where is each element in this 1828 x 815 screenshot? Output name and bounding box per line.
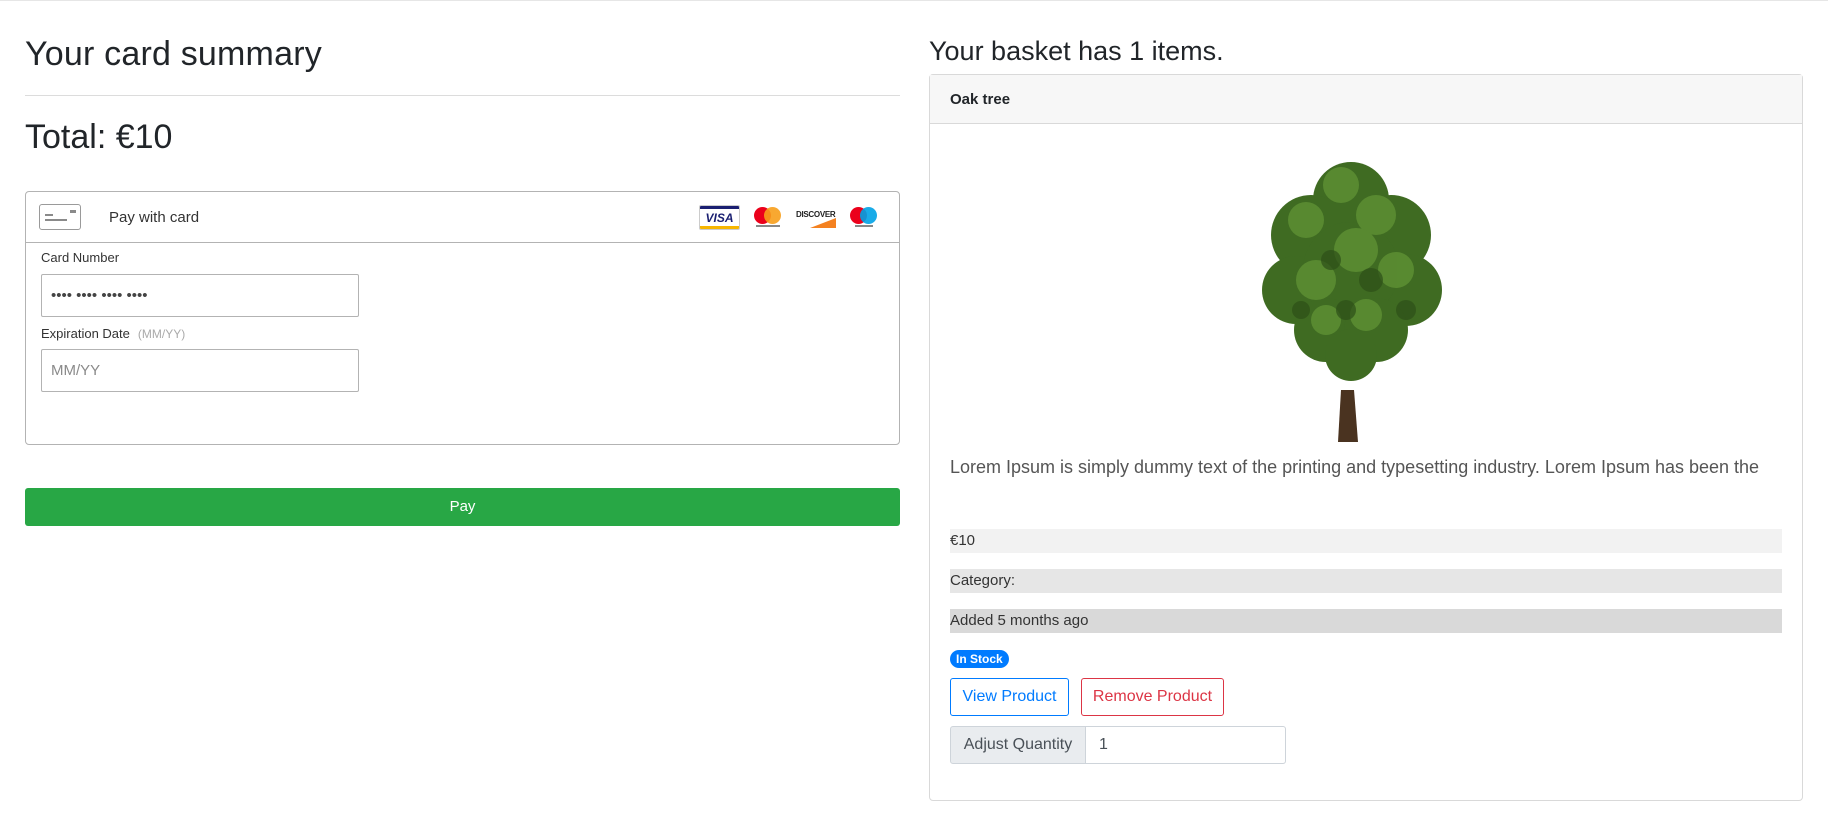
- visa-icon: VISA: [699, 205, 740, 230]
- maestro-icon: [849, 205, 879, 230]
- card-summary-panel: Your card summary Total: €10 Pay with ca…: [25, 30, 900, 526]
- credit-card-icon: [39, 204, 81, 230]
- quantity-input[interactable]: 1: [1086, 726, 1286, 764]
- product-category: Category:: [950, 569, 1782, 593]
- expiration-label: Expiration Date (MM/YY): [41, 326, 185, 341]
- card-number-input[interactable]: •••• •••• •••• ••••: [41, 274, 359, 317]
- expiration-label-text: Expiration Date: [41, 326, 130, 341]
- top-border: [0, 0, 1828, 1]
- product-description: Lorem Ipsum is simply dummy text of the …: [950, 457, 1760, 477]
- card-payment-form: Pay with card VISA DISCOVER Card Number …: [25, 191, 900, 445]
- divider: [25, 95, 900, 96]
- product-card: Oak tree Lorem Ipsum is simply dummy tex…: [929, 74, 1803, 801]
- view-product-button[interactable]: View Product: [950, 678, 1069, 716]
- quantity-group: Adjust Quantity 1: [950, 726, 1286, 764]
- quantity-label: Adjust Quantity: [950, 726, 1086, 764]
- visa-label: VISA: [705, 211, 734, 225]
- status-badge: In Stock: [950, 650, 1009, 668]
- discover-label: DISCOVER: [796, 210, 836, 219]
- card-brands: VISA DISCOVER: [699, 205, 879, 230]
- expiration-hint: (MM/YY): [137, 327, 186, 341]
- product-price: €10: [950, 529, 1782, 553]
- summary-title: Your card summary: [25, 35, 322, 73]
- expiration-input[interactable]: MM/YY: [41, 349, 359, 392]
- card-number-label: Card Number: [41, 250, 120, 265]
- oak-tree-image: [1262, 162, 1442, 442]
- discover-icon: DISCOVER: [796, 205, 836, 230]
- pay-button[interactable]: Pay: [25, 488, 900, 526]
- card-form-header: Pay with card VISA DISCOVER: [26, 192, 899, 243]
- mastercard-icon: [753, 205, 783, 230]
- product-name: Oak tree: [930, 75, 1802, 124]
- pay-with-card-label: Pay with card: [109, 209, 200, 226]
- product-added-date: Added 5 months ago: [950, 609, 1782, 633]
- total-amount: Total: €10: [25, 118, 173, 156]
- remove-product-button[interactable]: Remove Product: [1081, 678, 1224, 716]
- basket-title: Your basket has 1 items.: [929, 36, 1224, 66]
